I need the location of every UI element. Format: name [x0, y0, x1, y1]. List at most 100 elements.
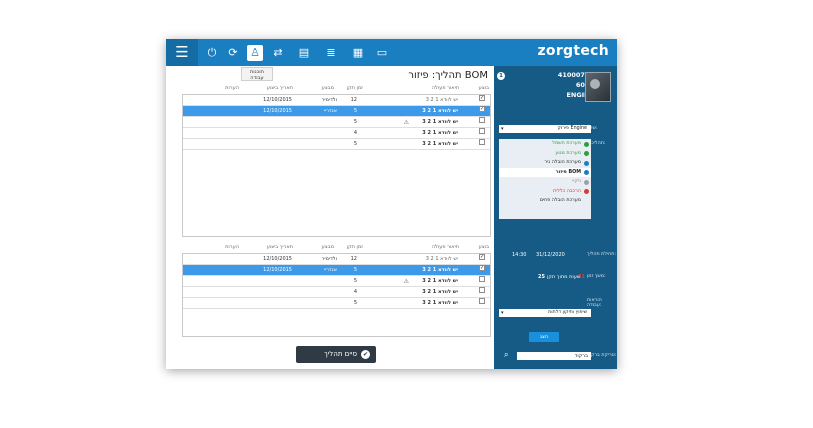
col-executor: מבצע: [321, 85, 334, 91]
process-label: ניקוי: [572, 179, 581, 184]
row-date: 12/10/2015: [263, 267, 292, 273]
process-label: פיזור BOM: [555, 169, 581, 175]
duration-label: משך זמן:: [587, 274, 606, 279]
row-checkbox[interactable]: ✓: [479, 265, 485, 271]
start-time: 14:30: [512, 252, 527, 258]
duration-note: שעות מתוך תקן: [547, 274, 581, 280]
finish-process-button[interactable]: ✔ סיים תהליך: [296, 346, 376, 363]
tooltip-line: עבודה: [250, 75, 264, 81]
table-row[interactable]: ✓ יש לוודא 1 2 3 12 ולדימיר 12/10/2015: [183, 254, 490, 265]
power-icon[interactable]: ⏻: [204, 45, 220, 61]
app-window: ☰ ⏻ ⟳ ♙ ⇄ ▤ ≣ ▦ ▭ zorgtech תוכנות עבודה …: [166, 39, 617, 369]
table-row[interactable]: יש לוודא 1 2 3 4: [183, 287, 490, 298]
instructions-label: הוראות עבודה:: [587, 298, 602, 308]
row-description: יש לוודא 1 2 3: [425, 97, 458, 103]
col-executor: מבצע: [321, 244, 334, 250]
process-label: הרכבה כללית: [552, 188, 581, 194]
row-std-time: 4: [353, 289, 357, 295]
col-description: תיאור פעולה: [431, 244, 459, 250]
row-executor: אנדריי: [323, 267, 337, 273]
document-icon[interactable]: ▤: [296, 45, 312, 61]
row-date: 12/10/2015: [263, 97, 292, 103]
barcode-input[interactable]: ברקוד: [517, 352, 591, 360]
row-std-time: 5: [353, 141, 357, 147]
search-icon[interactable]: ⌕: [504, 350, 508, 360]
process-item[interactable]: מערכת הובלה ניר: [499, 158, 591, 168]
menu-icon[interactable]: ☰: [166, 39, 198, 66]
row-checkbox[interactable]: [479, 287, 485, 293]
processes-label: תהליכים:: [587, 141, 606, 146]
row-description: יש לוודא 1 2 3: [422, 108, 458, 114]
stage-value: פירוק Engine: [557, 126, 587, 131]
row-description: יש לוודא 1 2 3: [422, 278, 458, 284]
col-std-time: זמן תקן: [346, 244, 363, 250]
page-title: תהליך: פיזור BOM: [408, 70, 488, 81]
row-description: יש לוודא 1 2 3: [425, 256, 458, 262]
table-row[interactable]: ✓ יש לוודא 1 2 3 12 ולדימיר 12/10/2015: [183, 95, 490, 106]
sync-icon[interactable]: ⟳: [225, 45, 241, 61]
notification-badge[interactable]: 1: [497, 72, 505, 80]
process-item[interactable]: הרכבה כללית: [499, 187, 591, 197]
table-row[interactable]: יש לוודא 1 2 3 ⚠ 5: [183, 117, 490, 128]
row-description: יש לוודא 1 2 3: [422, 267, 458, 273]
stage-select[interactable]: ▾ פירוק Engine: [499, 125, 591, 133]
table-row[interactable]: יש לוודא 1 2 3 5: [183, 139, 490, 150]
check-circle-icon: ✔: [361, 350, 370, 359]
duration-std: 25: [538, 274, 545, 280]
monitor-icon[interactable]: ▭: [374, 45, 390, 61]
show-button[interactable]: הצג: [529, 332, 559, 342]
process-item[interactable]: פיזור BOM: [499, 167, 591, 177]
warning-icon: ⚠: [403, 119, 409, 126]
col-done: בוצע: [478, 85, 489, 91]
status-dot-icon: [584, 189, 589, 194]
status-dot-icon: [584, 160, 589, 166]
top-toolbar: ☰ ⏻ ⟳ ♙ ⇄ ▤ ≣ ▦ ▭ zorgtech: [166, 39, 617, 66]
actions-table-1: בוצע תיאור פעולה זמן תקן מבצע תאריך ביצו…: [182, 84, 491, 237]
table-row[interactable]: יש לוודא 1 2 3 ⚠ 5: [183, 276, 490, 287]
row-checkbox[interactable]: ✓: [479, 106, 485, 112]
row-std-time: 12: [350, 97, 357, 103]
transfer-icon[interactable]: ⇄: [270, 45, 286, 61]
row-std-time: 4: [353, 130, 357, 136]
row-std-time: 5: [353, 278, 357, 284]
table-row[interactable]: יש לוודא 1 2 3 5: [183, 298, 490, 309]
finish-button-label: סיים תהליך: [323, 350, 357, 358]
row-checkbox[interactable]: [479, 298, 485, 304]
col-notes: הערות: [225, 85, 239, 91]
checklist-icon[interactable]: ≣: [323, 45, 339, 61]
row-executor: אנדריי: [323, 108, 337, 114]
process-item[interactable]: מערכת הובלה פחים: [499, 196, 591, 206]
grid-icon[interactable]: ▦: [350, 45, 366, 61]
worker-icon[interactable]: ♙: [247, 45, 263, 61]
start-label: תחילת תהליך:: [587, 252, 617, 257]
table-row[interactable]: יש לוודא 1 2 3 4: [183, 128, 490, 139]
table-row[interactable]: ✓ יש לוודא 1 2 3 5 אנדריי 12/10/2015: [183, 265, 490, 276]
machine-image: [585, 72, 611, 102]
row-checkbox[interactable]: ✓: [479, 95, 485, 101]
row-date: 12/10/2015: [263, 108, 292, 114]
process-label: מערכת מנוע: [555, 150, 581, 156]
stage-label: שלב:: [587, 126, 598, 131]
row-checkbox[interactable]: [479, 276, 485, 282]
col-description: תיאור פעולה: [431, 85, 459, 91]
instructions-select[interactable]: ▾ שיפוץ ותיקון דלתות: [499, 309, 591, 317]
row-std-time: 12: [350, 256, 357, 262]
row-std-time: 5: [353, 119, 357, 125]
row-checkbox[interactable]: ✓: [479, 254, 485, 260]
row-description: יש לוודא 1 2 3: [422, 119, 458, 125]
row-checkbox[interactable]: [479, 139, 485, 145]
row-std-time: 5: [353, 267, 357, 273]
table-body: ✓ יש לוודא 1 2 3 12 ולדימיר 12/10/2015 ✓ יש לו…: [182, 253, 491, 337]
actions-table-2: בוצע תיאור פעולה זמן תקן מבצע תאריך ביצו…: [182, 243, 491, 337]
row-checkbox[interactable]: [479, 128, 485, 134]
row-std-time: 5: [353, 300, 357, 306]
status-dot-icon: [584, 170, 589, 175]
process-label: מערכת הובלה ניר: [544, 160, 581, 165]
process-item[interactable]: מערכת חשמל: [499, 139, 591, 149]
process-item[interactable]: מערכת מנוע: [499, 149, 591, 159]
table-body: ✓ יש לוודא 1 2 3 12 ולדימיר 12/10/2015 ✓ יש לו…: [182, 94, 491, 237]
row-checkbox[interactable]: [479, 117, 485, 123]
table-row[interactable]: ✓ יש לוודא 1 2 3 5 אנדריי 12/10/2015: [183, 106, 490, 117]
table-header: בוצע תיאור פעולה זמן תקן מבצע תאריך ביצו…: [182, 84, 491, 94]
process-item[interactable]: ניקוי: [499, 177, 591, 187]
